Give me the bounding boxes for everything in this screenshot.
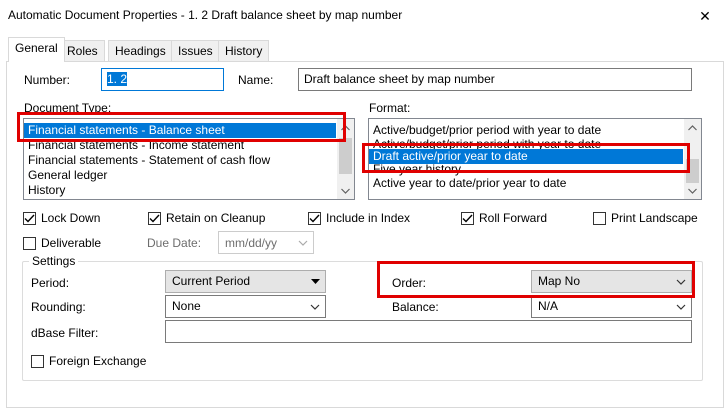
period-label: Period: — [31, 276, 70, 290]
list-item[interactable]: Financial statements - Balance sheet — [24, 123, 336, 138]
tab-label: Roles — [67, 44, 98, 58]
close-icon: ✕ — [699, 7, 711, 24]
balance-value: N/A — [538, 299, 559, 313]
print-landscape-checkbox[interactable]: Print Landscape — [593, 211, 698, 225]
deliverable-checkbox[interactable]: Deliverable — [23, 236, 101, 250]
balance-select[interactable]: N/A — [531, 295, 692, 318]
balance-label: Balance: — [392, 300, 439, 314]
format-scrollbar[interactable] — [684, 119, 701, 199]
retain-on-cleanup-label: Retain on Cleanup — [166, 211, 266, 225]
tab-general[interactable]: General — [8, 37, 65, 62]
rounding-select[interactable]: None — [165, 295, 326, 318]
rounding-value: None — [172, 299, 201, 313]
tab-label: History — [225, 44, 263, 58]
checkbox-empty-icon — [593, 211, 606, 225]
chevron-down-icon — [676, 304, 686, 310]
window-title: Automatic Document Properties - 1. 2 Dra… — [8, 8, 403, 22]
tab-roles[interactable]: Roles — [60, 40, 105, 61]
close-button[interactable]: ✕ — [690, 4, 720, 28]
due-date-placeholder: mm/dd/yy — [225, 236, 278, 250]
list-item[interactable]: Financial statements - Statement of cash… — [24, 153, 354, 168]
name-field[interactable]: Draft balance sheet by map number — [298, 68, 692, 91]
dbase-filter-field[interactable] — [165, 320, 692, 343]
scroll-down-icon[interactable] — [337, 182, 354, 199]
order-select[interactable]: Map No — [531, 270, 692, 293]
due-date-label: Due Date: — [147, 236, 202, 250]
format-list[interactable]: Active/budget/prior period with year to … — [368, 118, 702, 200]
due-date-field[interactable]: mm/dd/yy — [218, 231, 314, 254]
order-label: Order: — [392, 276, 427, 290]
list-item[interactable]: History — [24, 183, 354, 198]
list-item[interactable]: Active year to date/prior year to date — [369, 176, 701, 191]
scrollbar-thumb[interactable] — [686, 159, 699, 183]
list-item[interactable]: Draft active/prior year to date — [369, 149, 683, 164]
checkbox-empty-icon — [23, 236, 36, 250]
document-type-list[interactable]: Financial statements - Balance sheet Fin… — [23, 118, 355, 200]
foreign-exchange-label: Foreign Exchange — [49, 354, 147, 368]
dbase-filter-label: dBase Filter: — [31, 326, 99, 340]
period-select[interactable]: Current Period — [165, 270, 326, 293]
checkbox-empty-icon — [31, 354, 44, 368]
format-label: Format: — [369, 101, 411, 115]
document-type-label: Document Type: — [24, 101, 112, 115]
tab-label: General — [15, 41, 58, 55]
list-item[interactable]: Five year history — [369, 164, 701, 176]
tab-issues[interactable]: Issues — [171, 40, 220, 61]
include-in-index-label: Include in Index — [326, 211, 411, 225]
name-label: Name: — [238, 73, 274, 87]
order-value: Map No — [538, 274, 581, 288]
chevron-down-icon — [298, 240, 308, 246]
number-field[interactable]: 1. 2 — [101, 68, 224, 91]
retain-on-cleanup-checkbox[interactable]: Retain on Cleanup — [148, 211, 265, 225]
rounding-label: Rounding: — [31, 300, 86, 314]
tab-history[interactable]: History — [218, 40, 270, 61]
checkbox-checked-icon — [23, 211, 36, 225]
foreign-exchange-checkbox[interactable]: Foreign Exchange — [31, 354, 146, 368]
print-landscape-label: Print Landscape — [611, 211, 698, 225]
list-item[interactable]: Active/budget/prior period with year to … — [369, 138, 701, 149]
document-type-scrollbar[interactable] — [337, 119, 354, 199]
lock-down-checkbox[interactable]: Lock Down — [23, 211, 100, 225]
list-item[interactable]: Active/budget/prior period with year to … — [369, 123, 701, 138]
name-value: Draft balance sheet by map number — [304, 72, 495, 86]
tab-label: Headings — [115, 44, 166, 58]
tab-headings[interactable]: Headings — [108, 40, 173, 61]
checkbox-checked-icon — [148, 211, 161, 225]
scroll-down-icon[interactable] — [684, 182, 701, 199]
list-item[interactable]: Financial statements - Income statement — [24, 138, 354, 153]
number-label: Number: — [24, 73, 71, 87]
tab-label: Issues — [178, 44, 213, 58]
lock-down-label: Lock Down — [41, 211, 101, 225]
settings-legend: Settings — [29, 254, 79, 268]
scroll-up-icon[interactable] — [337, 119, 354, 136]
chevron-down-icon — [676, 279, 686, 285]
scrollbar-thumb[interactable] — [339, 138, 352, 174]
period-value: Current Period — [172, 274, 251, 288]
list-item[interactable]: General ledger — [24, 168, 354, 183]
dropdown-arrow-icon — [311, 279, 320, 284]
checkbox-checked-icon — [308, 211, 321, 225]
deliverable-label: Deliverable — [41, 236, 102, 250]
include-in-index-checkbox[interactable]: Include in Index — [308, 211, 410, 225]
number-value: 1. 2 — [107, 72, 128, 86]
roll-forward-checkbox[interactable]: Roll Forward — [461, 211, 547, 225]
chevron-down-icon — [310, 304, 320, 310]
roll-forward-label: Roll Forward — [479, 211, 548, 225]
checkbox-checked-icon — [461, 211, 474, 225]
scroll-up-icon[interactable] — [684, 119, 701, 136]
